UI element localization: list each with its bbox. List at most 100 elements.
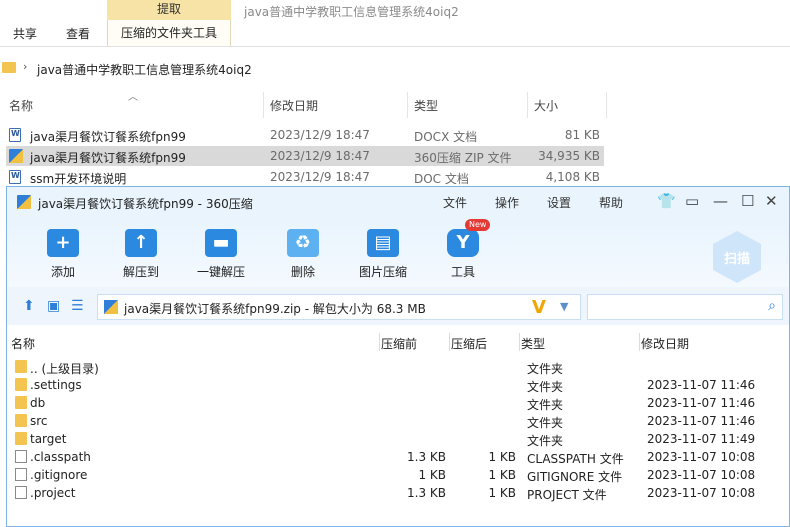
column-header-date[interactable]: 修改日期 — [641, 335, 689, 352]
tools-icon: Y — [447, 229, 479, 257]
extract-to-icon: ↑ — [125, 229, 157, 257]
explorer-ribbon: 提取 java普通中学教职工信息管理系统4oiq2 共享 查看 压缩的文件夹工具 — [0, 0, 790, 48]
item-type: PROJECT 文件 — [527, 488, 607, 502]
menu-settings[interactable]: 设置 — [547, 194, 571, 211]
list-item[interactable]: src 文件夹 2023-11-07 11:46 — [7, 412, 789, 430]
column-divider[interactable] — [606, 92, 607, 118]
item-type: GITIGNORE 文件 — [527, 470, 623, 484]
item-size-before: 1 KB — [418, 468, 446, 482]
column-header-after[interactable]: 压缩后 — [451, 335, 487, 352]
file-date: 2023/12/9 18:47 — [270, 149, 370, 163]
menu-operation[interactable]: 操作 — [495, 194, 519, 211]
column-divider[interactable] — [519, 333, 520, 351]
zip-path-field[interactable]: java渠月餐饮订餐系统fpn99.zip - 解包大小为 68.3 MB V … — [97, 294, 581, 320]
item-type: 文件夹 — [527, 362, 564, 376]
item-size-after: 1 KB — [488, 450, 516, 464]
tab-view[interactable]: 查看 — [66, 26, 90, 46]
item-size-after: 1 KB — [488, 486, 516, 500]
delete-button[interactable]: ♻ 删除 — [267, 227, 337, 285]
menu-help[interactable]: 帮助 — [599, 194, 623, 211]
list-item[interactable]: .classpath 1.3 KB 1 KB CLASSPATH 文件 2023… — [7, 448, 789, 466]
column-header-type[interactable]: 类型 — [414, 97, 438, 114]
item-name: .gitignore — [30, 468, 88, 482]
list-item[interactable]: db 文件夹 2023-11-07 11:46 — [7, 394, 789, 412]
sort-ascending-icon: ︿ — [128, 92, 138, 103]
column-header-name[interactable]: 名称 — [11, 335, 35, 352]
item-type: CLASSPATH 文件 — [527, 452, 624, 466]
shirt-skin-icon[interactable]: 👕 — [657, 192, 676, 210]
zip-titlebar[interactable]: java渠月餐饮订餐系统fpn99 - 360压缩 文件 操作 设置 帮助 👕 … — [7, 187, 789, 217]
add-icon: + — [47, 229, 79, 257]
file-icon — [15, 450, 27, 463]
file-row[interactable]: java渠月餐饮订餐系统fpn99 2023/12/9 18:47 DOCX 文… — [6, 125, 604, 145]
delete-icon: ♻ — [287, 229, 319, 257]
zip-archive-icon — [104, 300, 118, 314]
zip-search-input[interactable]: ⌕ — [587, 294, 783, 320]
extract-to-button[interactable]: ↑ 解压到 — [105, 227, 175, 285]
column-divider[interactable] — [263, 92, 264, 118]
file-size: 34,935 KB — [538, 149, 600, 163]
tools-button[interactable]: Y 工具 — [427, 227, 497, 285]
column-divider[interactable] — [639, 333, 640, 351]
file-icon — [15, 486, 27, 499]
item-name: .settings — [30, 378, 82, 392]
list-item[interactable]: .settings 文件夹 2023-11-07 11:46 — [7, 376, 789, 394]
column-header-date[interactable]: 修改日期 — [270, 97, 318, 114]
list-item[interactable]: .gitignore 1 KB 1 KB GITIGNORE 文件 2023-1… — [7, 466, 789, 484]
folder-icon — [15, 360, 27, 373]
list-item[interactable]: .. (上级目录) 文件夹 — [7, 358, 789, 376]
up-arrow-icon[interactable]: ⬆ — [23, 298, 35, 314]
folder-icon — [2, 62, 16, 73]
file-list: ︿ 名称 修改日期 类型 大小 java渠月餐饮订餐系统fpn99 2023/1… — [0, 88, 790, 188]
column-divider[interactable] — [449, 333, 450, 351]
folder-icon — [15, 378, 27, 391]
column-header-name[interactable]: 名称 — [9, 97, 33, 114]
ribbon-context-header[interactable]: 提取 — [107, 0, 231, 20]
minimize-icon[interactable]: — — [713, 192, 728, 210]
column-divider[interactable] — [527, 92, 528, 118]
list-item[interactable]: target 文件夹 2023-11-07 11:49 — [7, 430, 789, 448]
column-divider[interactable] — [407, 92, 408, 118]
file-type: DOC 文档 — [414, 172, 469, 186]
thumbnail-view-icon[interactable]: ▣ — [47, 298, 60, 314]
list-view-icon[interactable]: ☰ — [71, 298, 84, 314]
chevron-right-icon[interactable]: › — [23, 60, 27, 73]
file-date: 2023/12/9 18:47 — [270, 128, 370, 142]
dropdown-arrow-icon[interactable]: ▼ — [560, 300, 568, 313]
feedback-icon[interactable]: ▭ — [685, 192, 699, 210]
address-path[interactable]: java普通中学教职工信息管理系统4oiq2 — [37, 61, 252, 78]
item-size-before: 1.3 KB — [407, 486, 446, 500]
scan-button[interactable]: 扫描 — [713, 231, 761, 283]
list-item[interactable]: .project 1.3 KB 1 KB PROJECT 文件 2023-11-… — [7, 484, 789, 502]
column-divider[interactable] — [379, 333, 380, 351]
tool-label: 添加 — [50, 265, 75, 279]
address-bar[interactable]: › java普通中学教职工信息管理系统4oiq2 — [0, 56, 790, 82]
new-badge: New — [465, 219, 491, 231]
column-header-size[interactable]: 大小 — [534, 97, 558, 114]
tab-compressed-folder-tools[interactable]: 压缩的文件夹工具 — [107, 20, 231, 46]
item-date: 2023-11-07 10:08 — [647, 468, 756, 482]
tool-label: 图片压缩 — [358, 265, 407, 279]
tool-label: 删除 — [290, 265, 315, 279]
image-compress-button[interactable]: ▤ 图片压缩 — [347, 227, 417, 285]
image-compress-icon: ▤ — [367, 229, 399, 257]
column-header-type[interactable]: 类型 — [521, 335, 545, 352]
search-icon[interactable]: ⌕ — [768, 298, 776, 314]
folder-icon — [15, 396, 27, 409]
maximize-icon[interactable]: ☐ — [741, 192, 754, 210]
one-click-extract-button[interactable]: ▬ 一键解压 — [185, 227, 255, 285]
item-date: 2023-11-07 11:46 — [647, 378, 756, 392]
close-icon[interactable]: ✕ — [765, 192, 778, 210]
column-header-before[interactable]: 压缩前 — [381, 335, 417, 352]
tool-label: 解压到 — [122, 265, 159, 279]
file-row[interactable]: ssm开发环境说明 2023/12/9 18:47 DOC 文档 4,108 K… — [6, 167, 604, 187]
v-logo-icon[interactable]: V — [532, 297, 546, 318]
item-date: 2023-11-07 11:46 — [647, 396, 756, 410]
menu-file[interactable]: 文件 — [443, 194, 467, 211]
tool-label: 一键解压 — [196, 265, 245, 279]
add-button[interactable]: + 添加 — [27, 227, 97, 285]
file-row-selected[interactable]: java渠月餐饮订餐系统fpn99 2023/12/9 18:47 360压缩 … — [6, 146, 604, 166]
tab-share[interactable]: 共享 — [13, 26, 37, 46]
item-name: .. (上级目录) — [30, 362, 99, 376]
zip-path-text: java渠月餐饮订餐系统fpn99.zip - 解包大小为 68.3 MB — [124, 302, 426, 316]
